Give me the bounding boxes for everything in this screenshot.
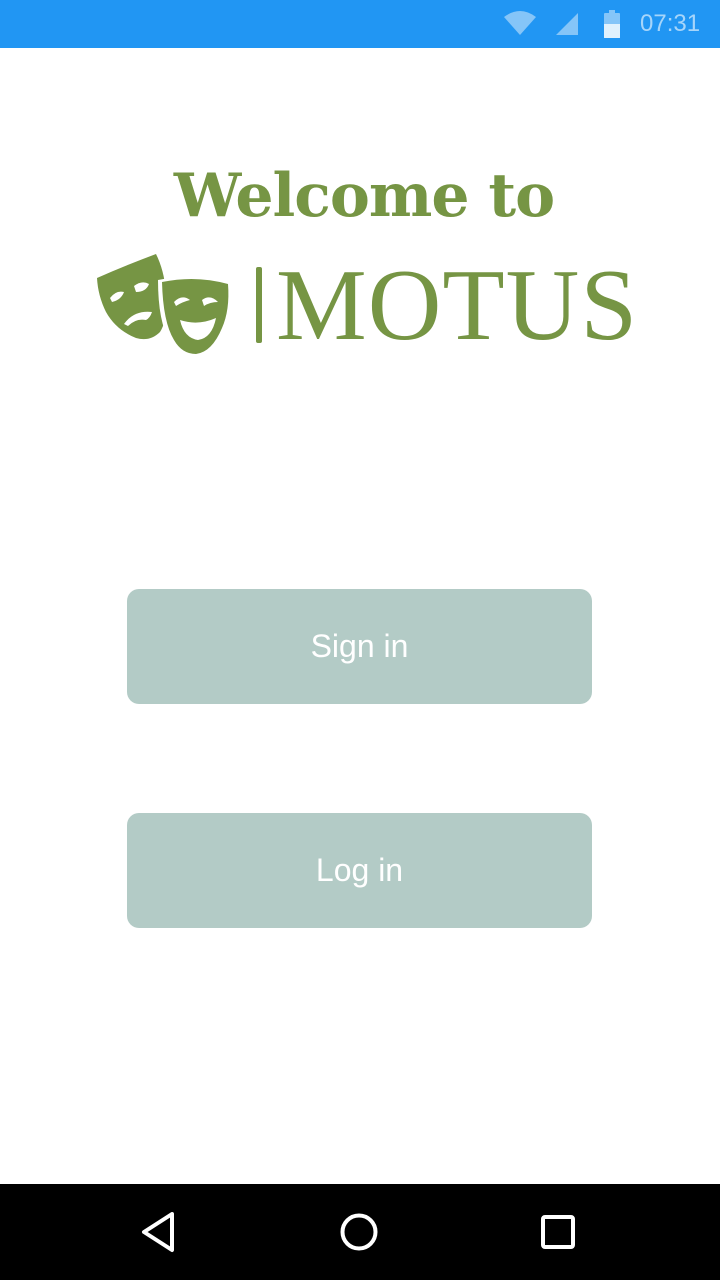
wifi-icon bbox=[500, 0, 540, 48]
cell-signal-icon bbox=[552, 0, 582, 48]
theater-masks-icon bbox=[97, 254, 233, 358]
recents-icon[interactable] bbox=[518, 1184, 598, 1280]
back-icon[interactable] bbox=[118, 1184, 198, 1280]
status-clock: 07:31 bbox=[640, 10, 701, 37]
sign-in-button[interactable]: Sign in bbox=[127, 589, 592, 704]
navigation-bar bbox=[0, 1184, 720, 1280]
home-icon[interactable] bbox=[319, 1184, 399, 1280]
welcome-screen: 07:31 Welcome to MOTUS Sign in Log in bbox=[0, 0, 720, 1280]
logo-divider bbox=[256, 267, 262, 343]
log-in-button[interactable]: Log in bbox=[127, 813, 592, 928]
motus-logo: MOTUS bbox=[94, 250, 654, 362]
welcome-title: Welcome to bbox=[173, 161, 555, 231]
battery-icon bbox=[600, 0, 624, 48]
logo-wordmark: MOTUS bbox=[276, 249, 639, 362]
status-bar: 07:31 bbox=[0, 0, 720, 48]
